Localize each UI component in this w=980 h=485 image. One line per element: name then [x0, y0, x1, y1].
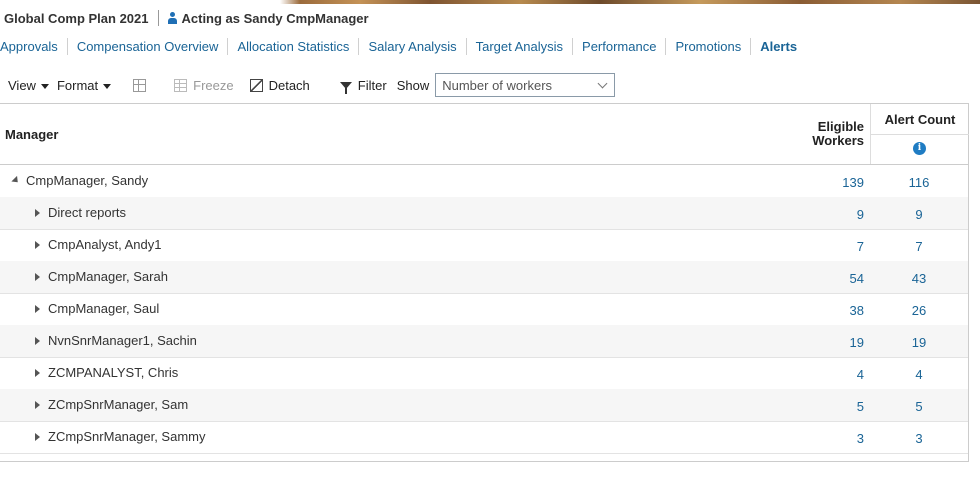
header-banner-image	[0, 0, 980, 4]
collapsed-triangle-icon[interactable]	[35, 337, 40, 345]
show-select-value: Number of workers	[442, 77, 553, 93]
freeze-button[interactable]: Freeze	[174, 77, 234, 93]
row-manager-name: ZCmpSnrManager, Sam	[48, 397, 189, 412]
chevron-down-icon	[597, 78, 608, 89]
filter-label: Filter	[357, 77, 387, 93]
row-manager-name: ZCmpSnrManager, Sammy	[48, 429, 206, 444]
chevron-down-icon	[103, 83, 112, 89]
filter-icon	[339, 81, 352, 94]
alert-count-header-label: Alert Count	[884, 112, 956, 127]
freeze-icon	[174, 78, 188, 92]
row-alert-count[interactable]: 26	[870, 303, 968, 318]
column-header-eligible-workers[interactable]: Eligible Workers	[812, 120, 864, 148]
tab-approvals[interactable]: Approvals	[0, 38, 68, 55]
column-header-alert-count[interactable]: Alert Count i	[870, 104, 969, 164]
expanded-triangle-icon[interactable]	[11, 175, 21, 186]
row-alert-count[interactable]: 19	[870, 335, 968, 350]
acting-as-label[interactable]: Acting as Sandy CmpManager	[182, 11, 369, 26]
info-icon[interactable]: i	[913, 142, 926, 155]
table-settings-icon	[133, 78, 147, 92]
detach-button[interactable]: Detach	[249, 77, 310, 93]
row-eligible-workers[interactable]: 5	[857, 399, 864, 414]
row-alert-count[interactable]: 116	[870, 175, 968, 190]
header-divider	[157, 10, 159, 26]
row-manager-name: CmpAnalyst, Andy1	[48, 237, 162, 252]
filter-button[interactable]: Filter	[339, 77, 387, 94]
row-eligible-workers[interactable]: 4	[857, 367, 864, 382]
row-manager-name: CmpManager, Sarah	[48, 269, 168, 284]
table-header: Manager Eligible Workers Alert Count i	[0, 104, 969, 165]
tab-promotions[interactable]: Promotions	[666, 38, 752, 55]
header-divider	[871, 134, 969, 135]
plan-title: Global Comp Plan 2021	[4, 10, 149, 26]
table-row[interactable]: ZCmpSnrManager, Sammy 3 3	[0, 421, 968, 454]
tab-compensation-overview[interactable]: Compensation Overview	[68, 38, 229, 55]
row-eligible-workers[interactable]: 54	[850, 271, 864, 286]
row-alert-count[interactable]: 3	[870, 431, 968, 446]
table-row[interactable]: ZCMPANALYST, Chris 4 4	[0, 357, 968, 390]
freeze-label: Freeze	[193, 77, 234, 93]
row-manager-name: CmpManager, Saul	[48, 301, 160, 316]
table-row[interactable]: CmpManager, Saul 38 26	[0, 293, 968, 326]
row-eligible-workers[interactable]: 139	[842, 175, 864, 190]
row-eligible-workers[interactable]: 19	[850, 335, 864, 350]
collapsed-triangle-icon[interactable]	[35, 273, 40, 281]
page-header: Global Comp Plan 2021 Acting as Sandy Cm…	[4, 8, 369, 28]
alerts-table: Manager Eligible Workers Alert Count i C…	[0, 103, 969, 462]
row-manager-name: NvnSnrManager1, Sachin	[48, 333, 197, 348]
row-manager-name: Direct reports	[48, 205, 127, 220]
table-row[interactable]: ZCmpSnrManager, Sam 5 5	[0, 389, 968, 422]
tab-target-analysis[interactable]: Target Analysis	[467, 38, 574, 55]
column-header-manager[interactable]: Manager	[5, 127, 58, 142]
person-icon	[167, 12, 177, 24]
row-alert-count[interactable]: 9	[870, 207, 968, 222]
view-menu-label: View	[8, 77, 36, 93]
row-alert-count[interactable]: 7	[870, 239, 968, 254]
collapsed-triangle-icon[interactable]	[35, 401, 40, 409]
eligible-header-line1: Eligible	[817, 119, 864, 134]
tab-alerts[interactable]: Alerts	[751, 38, 806, 55]
tab-performance[interactable]: Performance	[573, 38, 667, 55]
table-row[interactable]: CmpManager, Sandy 139 116	[0, 165, 968, 198]
row-alert-count[interactable]: 43	[870, 271, 968, 286]
row-eligible-workers[interactable]: 9	[857, 207, 864, 222]
tab-salary-analysis[interactable]: Salary Analysis	[359, 38, 467, 55]
row-manager-name: ZCMPANALYST, Chris	[48, 365, 179, 380]
row-manager-name: CmpManager, Sandy	[26, 173, 149, 188]
table-row[interactable]: CmpAnalyst, Andy1 7 7	[0, 229, 968, 262]
collapsed-triangle-icon[interactable]	[35, 305, 40, 313]
table-row[interactable]: Direct reports 9 9	[0, 197, 968, 230]
format-menu-label: Format	[56, 77, 99, 93]
tab-bar: Approvals Compensation Overview Allocati…	[0, 38, 806, 55]
row-alert-count[interactable]: 5	[870, 399, 968, 414]
tab-allocation-statistics[interactable]: Allocation Statistics	[228, 38, 360, 55]
show-select[interactable]: Number of workers	[435, 73, 616, 97]
collapsed-triangle-icon[interactable]	[35, 241, 40, 249]
collapsed-triangle-icon[interactable]	[35, 433, 40, 441]
table-settings-button[interactable]	[133, 78, 152, 92]
detach-icon	[249, 78, 263, 92]
row-eligible-workers[interactable]: 38	[850, 303, 864, 318]
table-row[interactable]: CmpManager, Sarah 54 43	[0, 261, 968, 294]
show-label: Show	[396, 77, 430, 93]
table-row[interactable]: NvnSnrManager1, Sachin 19 19	[0, 325, 968, 358]
row-eligible-workers[interactable]: 7	[857, 239, 864, 254]
eligible-header-line2: Workers	[812, 133, 864, 148]
collapsed-triangle-icon[interactable]	[35, 369, 40, 377]
view-menu-button[interactable]: View	[8, 78, 49, 93]
row-alert-count[interactable]: 4	[870, 367, 968, 382]
row-eligible-workers[interactable]: 3	[857, 431, 864, 446]
toolbar: View Format Freeze Detach Filter Show Nu…	[8, 72, 616, 98]
detach-label: Detach	[268, 77, 310, 93]
chevron-down-icon	[40, 83, 49, 89]
format-menu-button[interactable]: Format	[56, 77, 112, 93]
collapsed-triangle-icon[interactable]	[35, 209, 40, 217]
